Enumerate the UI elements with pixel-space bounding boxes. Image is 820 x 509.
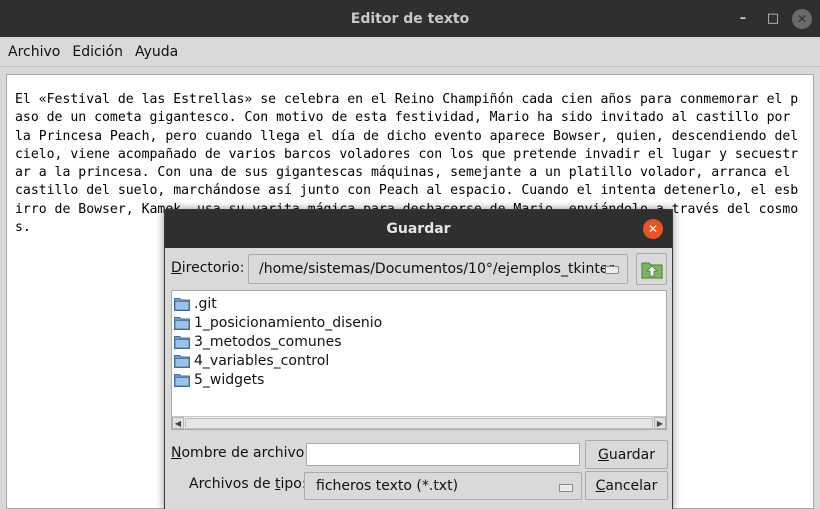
menu-archivo[interactable]: Archivo — [2, 44, 66, 60]
file-list-item[interactable]: 5_widgets — [172, 371, 382, 390]
scroll-left-icon[interactable]: ◀ — [172, 417, 184, 429]
file-list-item[interactable]: 4_variables_control — [172, 352, 382, 371]
window-title: Editor de texto — [350, 10, 470, 27]
file-list-item-label: 1_posicionamiento_disenio — [194, 314, 383, 331]
menu-bar: Archivo Edición Ayuda — [0, 37, 820, 67]
menu-ayuda[interactable]: Ayuda — [129, 44, 184, 60]
cancel-button[interactable]: Cancelar — [585, 471, 668, 500]
menu-edicion[interactable]: Edición — [66, 44, 129, 60]
folder-icon — [174, 354, 190, 369]
up-directory-button[interactable] — [636, 253, 667, 285]
file-list-item[interactable]: 1_posicionamiento_disenio — [172, 313, 382, 332]
filename-label: Nombre de archivo: — [171, 445, 310, 461]
window-titlebar: Editor de texto – □ ✕ — [0, 0, 820, 37]
combobox-indicator-icon — [605, 266, 619, 274]
file-list-item-label: .git — [194, 295, 217, 312]
directory-row: Directorio: /home/sistemas/Documentos/10… — [165, 252, 672, 285]
dialog-title: Guardar — [386, 221, 451, 237]
folder-up-icon — [641, 262, 662, 279]
folder-icon — [174, 297, 190, 311]
file-list-item[interactable]: .git — [172, 294, 382, 313]
filename-row: Nombre de archivo: Guardar — [165, 440, 672, 470]
save-dialog: Guardar ✕ Directorio: /home/sistemas/Doc… — [164, 209, 673, 509]
window-controls: – □ ✕ — [728, 0, 820, 37]
scroll-track[interactable] — [185, 417, 653, 429]
directory-label: Directorio: — [171, 260, 245, 276]
dialog-titlebar: Guardar ✕ — [165, 210, 672, 248]
file-list-item-label: 4_variables_control — [194, 353, 330, 370]
file-list-item[interactable]: 3_metodos_comunes — [172, 332, 382, 351]
folder-icon — [174, 316, 190, 330]
minimize-icon[interactable]: – — [728, 0, 758, 37]
directory-value: /home/sistemas/Documentos/10°/ejemplos_t… — [259, 261, 615, 277]
maximize-icon[interactable]: □ — [758, 0, 788, 37]
file-list-item-label: 3_metodos_comunes — [194, 333, 342, 350]
directory-combobox[interactable]: /home/sistemas/Documentos/10°/ejemplos_t… — [248, 254, 628, 284]
filetype-label: Archivos de tipo: — [189, 476, 307, 492]
file-list-item-label: 5_widgets — [194, 372, 265, 389]
combobox-indicator-icon — [559, 484, 573, 492]
scroll-right-icon[interactable]: ▶ — [654, 417, 666, 429]
save-button[interactable]: Guardar — [585, 440, 668, 469]
horizontal-scrollbar[interactable]: ◀ ▶ — [172, 416, 666, 429]
filetype-combobox[interactable]: ficheros texto (*.txt) — [304, 472, 582, 500]
file-rows: .git 1_posicionamiento_disenio 3_metodos_c… — [172, 294, 382, 390]
dialog-close-icon[interactable]: ✕ — [643, 219, 663, 239]
filename-input[interactable] — [306, 443, 580, 466]
filetype-row: Archivos de tipo: ficheros texto (*.txt)… — [165, 470, 672, 502]
folder-icon — [174, 373, 190, 388]
file-list[interactable]: .git 1_posicionamiento_disenio 3_metodos_c… — [171, 290, 667, 430]
folder-icon — [174, 335, 190, 349]
close-icon[interactable]: ✕ — [792, 8, 812, 29]
filetype-value: ficheros texto (*.txt) — [316, 478, 459, 494]
